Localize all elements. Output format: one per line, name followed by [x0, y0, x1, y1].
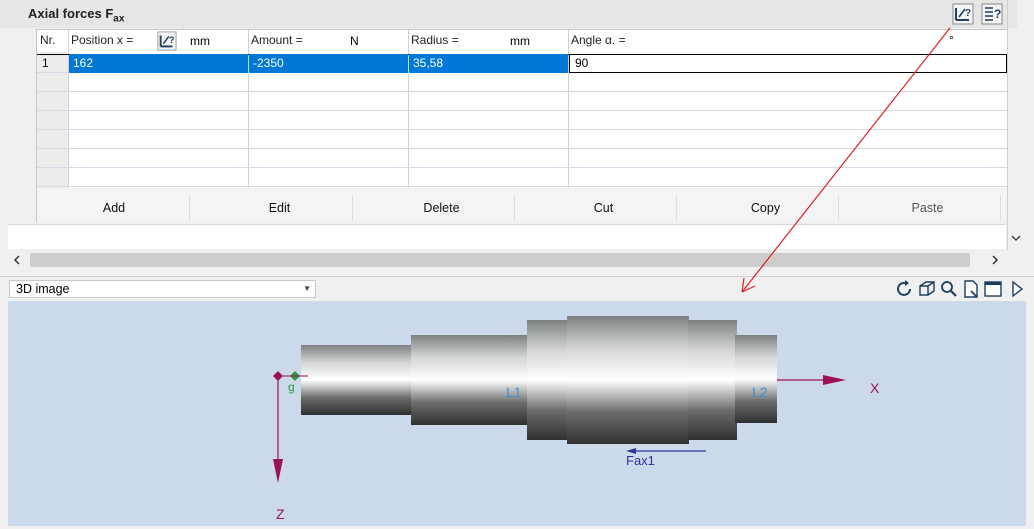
column-header-amount: Amount = — [251, 33, 303, 47]
scroll-right-icon[interactable] — [990, 254, 1000, 266]
panel-title: Axial forces Fax — [28, 6, 125, 25]
shaft-section — [567, 316, 689, 444]
shaft-section — [301, 345, 413, 415]
position-cell[interactable]: 162 — [69, 54, 248, 73]
copy-button[interactable]: Copy — [693, 195, 839, 221]
amount-cell[interactable]: -2350 — [249, 54, 408, 73]
shaft-section — [688, 320, 737, 440]
table-row[interactable] — [37, 73, 1007, 92]
scroll-down-icon[interactable] — [1010, 232, 1022, 244]
angle-cell-editor[interactable]: 90 — [569, 54, 1007, 73]
window-icon[interactable] — [983, 279, 1003, 299]
shaft-3d-image: X Z g L1 L2 Fax1 — [273, 316, 880, 522]
panel-title-bar: Axial forces Fax ? ? — [0, 0, 1017, 28]
force-label: Fax1 — [626, 453, 655, 468]
row-number: 1 — [42, 56, 49, 70]
paste-button[interactable]: Paste — [855, 195, 1001, 221]
svg-text:?: ? — [965, 8, 971, 19]
x-axis-arrow-icon — [823, 375, 846, 385]
column-header-radius: Radius = — [411, 33, 459, 47]
position-unit: mm — [190, 34, 210, 48]
view-type-select[interactable]: 3D image ▼ — [9, 280, 316, 298]
horizontal-scroll-thumb[interactable] — [30, 253, 970, 267]
l1-label: L1 — [506, 384, 522, 400]
edit-button[interactable]: Edit — [207, 195, 353, 221]
gravity-label: g — [288, 380, 295, 394]
z-axis-arrow-icon — [273, 459, 283, 483]
amount-unit: N — [350, 34, 359, 48]
scroll-left-icon[interactable] — [12, 254, 22, 266]
table-row[interactable] — [37, 92, 1007, 111]
column-header-nr: Nr. — [40, 33, 56, 47]
edit-formula-icon[interactable]: ? — [952, 3, 974, 25]
edit-formula-icon[interactable]: ? — [157, 31, 177, 51]
chevron-down-icon: ▼ — [303, 284, 311, 293]
rotate-icon[interactable] — [895, 279, 915, 299]
shaft-section — [411, 335, 529, 425]
cut-button[interactable]: Cut — [531, 195, 677, 221]
add-button[interactable]: Add — [39, 195, 190, 221]
z-axis-label: Z — [276, 506, 285, 522]
radius-unit: mm — [510, 34, 530, 48]
table-row[interactable] — [37, 111, 1007, 130]
svg-text:?: ? — [169, 35, 175, 45]
shaft-section — [527, 320, 569, 440]
column-header-angle: Angle α. = — [571, 33, 626, 47]
radius-cell[interactable]: 35,58 — [409, 54, 568, 73]
table-row[interactable] — [37, 168, 1007, 187]
zoom-icon[interactable] — [939, 279, 959, 299]
table-row[interactable] — [37, 149, 1007, 168]
l2-label: L2 — [752, 384, 768, 400]
shaft-section — [735, 335, 777, 423]
table-row[interactable] — [37, 130, 1007, 149]
play-icon[interactable] — [1007, 279, 1027, 299]
cube-view-icon[interactable] — [917, 279, 937, 299]
view-toolbar: 3D image ▼ — [0, 276, 1034, 301]
horizontal-scrollbar[interactable] — [8, 250, 1006, 269]
axial-forces-table: Nr. Position x = ? mm Amount = N Radius … — [36, 29, 1007, 188]
svg-text:?: ? — [994, 7, 1001, 21]
help-icon[interactable]: ? — [981, 3, 1003, 25]
delete-button[interactable]: Delete — [369, 195, 515, 221]
3d-view[interactable]: X Z g L1 L2 Fax1 — [8, 301, 1026, 526]
table-button-bar: Add Edit Delete Cut Copy Paste — [36, 188, 1007, 222]
angle-unit: ° — [949, 33, 954, 47]
export-image-icon[interactable] — [961, 279, 981, 299]
x-axis-label: X — [870, 380, 880, 396]
